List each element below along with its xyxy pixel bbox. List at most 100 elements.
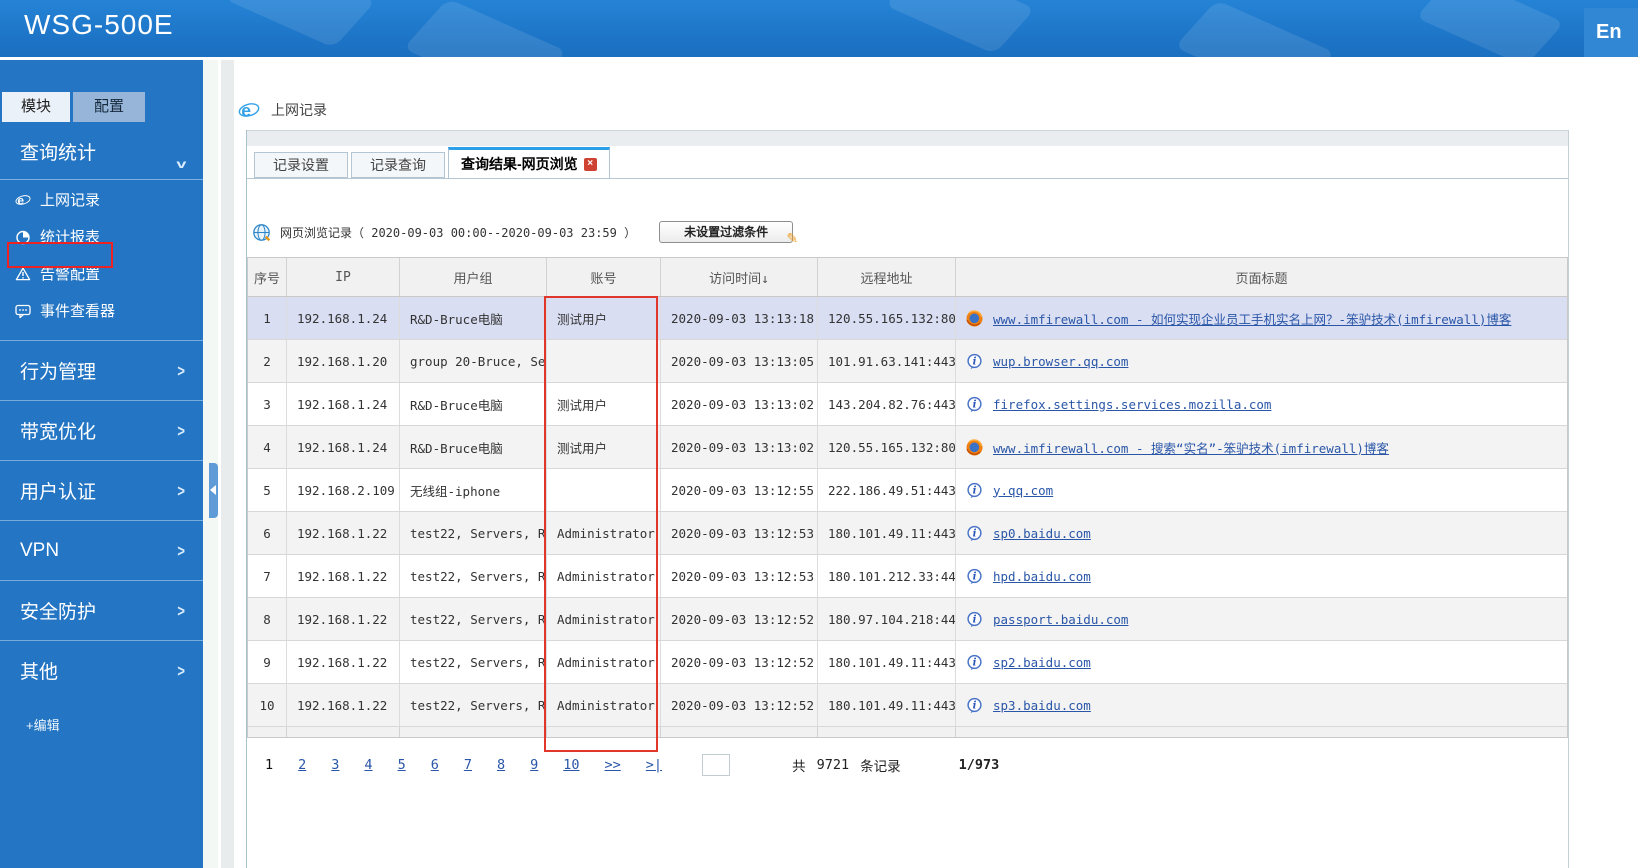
total-records: 共 9721 条记录 bbox=[792, 755, 901, 775]
close-tab-icon[interactable]: × bbox=[583, 157, 597, 171]
column-header-account[interactable]: 账号 bbox=[547, 258, 661, 296]
cell-ip: 192.168.1.20 bbox=[287, 340, 400, 382]
page-indicator: 1/973 bbox=[958, 757, 1000, 773]
partial-cell bbox=[287, 727, 400, 737]
page-title-link[interactable]: www.imfirewall.com - 如何实现企业员工手机实名上网？-笨驴技… bbox=[993, 309, 1511, 328]
page-title-link[interactable]: passport.baidu.com bbox=[993, 612, 1128, 627]
table-row[interactable]: 3 192.168.1.24 R&D-Bruce电脑 测试用户 2020-09-03 1… bbox=[248, 383, 1567, 426]
table-row[interactable]: 7192.168.1.22test22, Servers, R&D…Admini… bbox=[248, 555, 1567, 598]
sidebar: 模块 配置 查询统计 v e 上网记录 统计报表 告警配置 事件查看器 行为管理 > 带宽优… bbox=[0, 60, 203, 868]
cell-group: test22, Servers, R&D… bbox=[400, 598, 547, 640]
sidebar-gap-strip bbox=[221, 60, 234, 868]
page-title-link[interactable]: sp3.baidu.com bbox=[993, 698, 1091, 713]
page-title-link[interactable]: firefox.settings.services.mozilla.com bbox=[993, 397, 1271, 412]
column-header-ip[interactable]: IP bbox=[287, 258, 400, 296]
app-header: WSG-500E En bbox=[0, 0, 1638, 57]
keyboard-texture bbox=[884, 0, 1036, 55]
tab-记录查询[interactable]: 记录查询 bbox=[351, 152, 445, 178]
sidebar-tab-config[interactable]: 配置 bbox=[73, 92, 145, 122]
firefox-icon bbox=[966, 438, 983, 456]
sidebar-section-行为管理[interactable]: 行为管理 > bbox=[0, 340, 203, 400]
page-jump-input[interactable] bbox=[702, 754, 731, 776]
page-link-3[interactable]: 3 bbox=[331, 757, 339, 773]
cell-title: i hpd.baidu.com bbox=[956, 555, 1567, 597]
table-row[interactable]: 8192.168.1.22test22, Servers, R&D…Admini… bbox=[248, 598, 1567, 641]
cell-ip: 192.168.1.24 bbox=[287, 383, 400, 425]
cell-account: Administrator bbox=[547, 641, 661, 683]
page-link-7[interactable]: 7 bbox=[464, 757, 472, 773]
page-link-4[interactable]: 4 bbox=[364, 757, 372, 773]
page-title-link[interactable]: www.imfirewall.com - 搜索“实名”-笨驴技术(imfirew… bbox=[993, 438, 1389, 457]
table-row[interactable]: 2 192.168.1.20 group 20-Bruce, Ser… 2020-09… bbox=[248, 340, 1567, 383]
page-link-6[interactable]: 6 bbox=[431, 757, 439, 773]
info-icon: i bbox=[966, 568, 983, 585]
column-header-time[interactable]: 访问时间↓ bbox=[661, 258, 818, 296]
column-header-remote[interactable]: 远程地址 bbox=[818, 258, 956, 296]
edit-pencil-icon: ✎ bbox=[786, 230, 799, 246]
language-button[interactable]: En bbox=[1584, 8, 1638, 57]
sidebar-section-其他[interactable]: 其他 > bbox=[0, 640, 203, 700]
cell-no: 9 bbox=[248, 641, 287, 683]
table-body: 1 192.168.1.24 R&D-Bruce电脑 测试用户 2020-09-03 1… bbox=[248, 297, 1567, 737]
page-title-link[interactable]: wup.browser.qq.com bbox=[993, 354, 1128, 369]
cell-title: i sp3.baidu.com bbox=[956, 684, 1567, 726]
info-icon: i bbox=[966, 482, 983, 499]
page-title-link[interactable]: hpd.baidu.com bbox=[993, 569, 1091, 584]
column-header-no[interactable]: 序号 bbox=[248, 258, 287, 296]
column-header-group[interactable]: 用户组 bbox=[400, 258, 547, 296]
cell-group: test22, Servers, R&D… bbox=[400, 684, 547, 726]
sidebar-section-label: 用户认证 bbox=[20, 482, 97, 503]
info-icon: i bbox=[966, 611, 983, 628]
page-link-8[interactable]: 8 bbox=[497, 757, 505, 773]
sidebar-section-query-stats[interactable]: 查询统计 v bbox=[0, 124, 203, 180]
sidebar-section-带宽优化[interactable]: 带宽优化 > bbox=[0, 400, 203, 460]
page-title-link[interactable]: sp0.baidu.com bbox=[993, 526, 1091, 541]
sidebar-section-VPN[interactable]: VPN > bbox=[0, 520, 203, 580]
page-title-link[interactable]: y.qq.com bbox=[993, 483, 1053, 498]
sidebar-section-label: 行为管理 bbox=[20, 362, 97, 383]
sidebar-section-用户认证[interactable]: 用户认证 > bbox=[0, 460, 203, 520]
sidebar-tab-modules[interactable]: 模块 bbox=[2, 92, 70, 122]
sidebar-item-label: 统计报表 bbox=[40, 229, 101, 246]
table-row[interactable]: 1 192.168.1.24 R&D-Bruce电脑 测试用户 2020-09-03 1… bbox=[248, 297, 1567, 340]
svg-text:i: i bbox=[973, 656, 977, 668]
sidebar-section-label: 安全防护 bbox=[20, 602, 97, 623]
cell-remote: 143.204.82.76:443 bbox=[818, 383, 956, 425]
table-row[interactable]: 5 192.168.2.109 无线组-iphone 2020-09-03 13:12… bbox=[248, 469, 1567, 512]
cell-ip: 192.168.1.24 bbox=[287, 297, 400, 339]
column-header-title[interactable]: 页面标题 bbox=[956, 258, 1567, 296]
table-row[interactable]: 6192.168.1.22test22, Servers, R&D…Admini… bbox=[248, 512, 1567, 555]
table-row[interactable]: 4 192.168.1.24 R&D-Bruce电脑 测试用户 2020-09-03 1… bbox=[248, 426, 1567, 469]
edit-link[interactable]: +编辑 bbox=[26, 715, 60, 734]
cell-title: i firefox.settings.services.mozilla.com bbox=[956, 383, 1567, 425]
page-link-10[interactable]: 10 bbox=[563, 757, 579, 773]
table-row[interactable]: 9192.168.1.22test22, Servers, R&D…Admini… bbox=[248, 641, 1567, 684]
cell-account bbox=[547, 469, 661, 511]
sidebar-item-事件查看器[interactable]: 事件查看器 bbox=[0, 292, 203, 329]
cell-remote: 222.186.49.51:443 bbox=[818, 469, 956, 511]
page-title-link[interactable]: sp2.baidu.com bbox=[993, 655, 1091, 670]
cell-time: 2020-09-03 13:13:02 bbox=[661, 383, 818, 425]
page-links: 2 3 4 5 6 7 8 9 10 bbox=[298, 757, 604, 773]
chevron-right-icon: > bbox=[177, 660, 185, 681]
sidebar-item-统计报表[interactable]: 统计报表 bbox=[0, 218, 203, 255]
firefox-icon bbox=[966, 309, 983, 327]
cell-title: i sp2.baidu.com bbox=[956, 641, 1567, 683]
next-page-group-link[interactable]: >> bbox=[605, 757, 621, 773]
table-row[interactable]: 10192.168.1.22test22, Servers, R&D…Admin… bbox=[248, 684, 1567, 727]
sidebar-collapse-handle[interactable] bbox=[209, 463, 218, 518]
svg-text:i: i bbox=[973, 570, 977, 582]
cell-group: R&D-Bruce电脑 bbox=[400, 383, 547, 425]
tab-查询结果-网页浏览[interactable]: 查询结果-网页浏览 × bbox=[448, 147, 610, 179]
last-page-link[interactable]: >| bbox=[646, 757, 662, 773]
page-link-5[interactable]: 5 bbox=[398, 757, 406, 773]
filter-condition-button[interactable]: 未设置过滤条件 ✎ bbox=[659, 221, 798, 246]
page-link-2[interactable]: 2 bbox=[298, 757, 306, 773]
tab-记录设置[interactable]: 记录设置 bbox=[254, 152, 348, 178]
cell-group: test22, Servers, R&D… bbox=[400, 641, 547, 683]
sidebar-item-上网记录[interactable]: e 上网记录 bbox=[0, 181, 203, 218]
sidebar-section-安全防护[interactable]: 安全防护 > bbox=[0, 580, 203, 640]
cell-time: 2020-09-03 13:12:52 bbox=[661, 598, 818, 640]
page-link-9[interactable]: 9 bbox=[530, 757, 538, 773]
sidebar-item-告警配置[interactable]: 告警配置 bbox=[0, 255, 203, 292]
